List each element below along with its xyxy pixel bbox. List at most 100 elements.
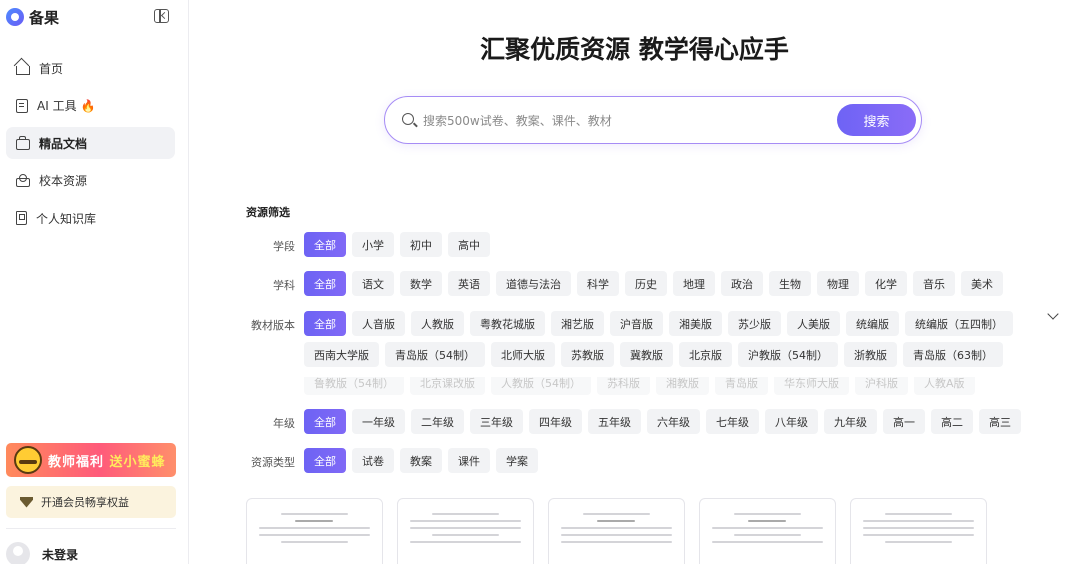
filter-chip[interactable]: 五年级: [588, 409, 641, 434]
document-card[interactable]: [246, 498, 383, 564]
filter-chip[interactable]: 苏科版: [597, 377, 650, 395]
filter-chip[interactable]: 全部: [304, 311, 346, 336]
filter-chip[interactable]: 学案: [496, 448, 538, 473]
filter-chip[interactable]: 八年级: [765, 409, 818, 434]
vip-button[interactable]: 开通会员畅享权益: [6, 486, 176, 518]
filter-chip[interactable]: 六年级: [647, 409, 700, 434]
filter-chip[interactable]: 美术: [961, 271, 1003, 296]
filter-chip[interactable]: 青岛版: [715, 377, 768, 395]
filter-chip[interactable]: 统编版: [846, 311, 899, 336]
search-button[interactable]: 搜索: [837, 104, 916, 136]
user-name: 未登录: [42, 547, 79, 562]
filter-chip[interactable]: 高一: [883, 409, 925, 434]
document-card[interactable]: [699, 498, 836, 564]
filter-chip[interactable]: 政治: [721, 271, 763, 296]
filter-chip[interactable]: 人教版（54制）: [491, 377, 591, 395]
filter-chip[interactable]: 高三: [979, 409, 1021, 434]
filter-section-title: 资源筛选: [246, 206, 290, 219]
filter-chip[interactable]: 高二: [931, 409, 973, 434]
filter-chip[interactable]: 历史: [625, 271, 667, 296]
promo-text: 教师福利 送小蜜蜂: [48, 455, 166, 470]
filter-chip[interactable]: 化学: [865, 271, 907, 296]
document-icon: [16, 98, 28, 113]
filter-chip[interactable]: 音乐: [913, 271, 955, 296]
brand-logo-icon: [6, 8, 24, 26]
filter-chip[interactable]: 语文: [352, 271, 394, 296]
filter-chip[interactable]: 沪教版（54制）: [738, 342, 838, 367]
sidebar-item-label: 精品文档: [39, 136, 88, 151]
filter-chip[interactable]: 西南大学版: [304, 342, 379, 367]
filter-chip[interactable]: 湘教版: [656, 377, 709, 395]
filter-chip[interactable]: 苏教版: [561, 342, 614, 367]
filter-chip[interactable]: 数学: [400, 271, 442, 296]
filter-chip[interactable]: 英语: [448, 271, 490, 296]
filter-chip[interactable]: 北京版: [679, 342, 732, 367]
filter-chip[interactable]: 北京课改版: [410, 377, 485, 395]
sidebar-item-label: AI 工具: [37, 99, 77, 113]
filter-chip[interactable]: 北师大版: [491, 342, 555, 367]
filter-chip[interactable]: 试卷: [352, 448, 394, 473]
filter-chip[interactable]: 鲁教版（54制）: [304, 377, 404, 395]
filter-chip[interactable]: 九年级: [824, 409, 877, 434]
filter-chip[interactable]: 人音版: [352, 311, 405, 336]
filter-chip[interactable]: 二年级: [411, 409, 464, 434]
app-window: 备果 首页 AI 工具 🔥 精品文档 校本资源 个人知识库 教师福利 送小蜜蜂 …: [0, 0, 1080, 564]
sidebar-item-school-resources[interactable]: 校本资源: [6, 165, 175, 197]
filter-chip[interactable]: 青岛版（63制）: [903, 342, 1003, 367]
filter-chip[interactable]: 教案: [400, 448, 442, 473]
sidebar-item-ai-tools[interactable]: AI 工具 🔥: [6, 90, 175, 122]
filter-chip[interactable]: 初中: [400, 232, 442, 257]
divider: [6, 528, 176, 529]
filter-chip[interactable]: 四年级: [529, 409, 582, 434]
user-login[interactable]: 未登录: [6, 542, 78, 564]
filter-chip[interactable]: 全部: [304, 271, 346, 296]
filter-chip[interactable]: 课件: [448, 448, 490, 473]
main-content: 汇聚优质资源 教学得心应手 搜索 资源筛选 学段 全部小学初中高中 学科 全部语…: [189, 0, 1080, 564]
page-title: 汇聚优质资源 教学得心应手: [480, 35, 789, 64]
sidebar-item-premium-docs[interactable]: 精品文档: [6, 127, 175, 159]
document-card[interactable]: [548, 498, 685, 564]
filter-chip[interactable]: 华东师大版: [774, 377, 849, 395]
search-bar: 搜索: [384, 96, 922, 144]
brand[interactable]: 备果: [6, 7, 59, 27]
filter-chip[interactable]: 沪科版: [855, 377, 908, 395]
filter-chip[interactable]: 物理: [817, 271, 859, 296]
filter-chip[interactable]: 小学: [352, 232, 394, 257]
sidebar-item-label: 校本资源: [39, 174, 88, 188]
filter-chip[interactable]: 全部: [304, 409, 346, 434]
filter-chip[interactable]: 苏少版: [728, 311, 781, 336]
sidebar-item-knowledge-base[interactable]: 个人知识库: [6, 202, 175, 234]
search-input[interactable]: [423, 110, 823, 132]
document-card[interactable]: [850, 498, 987, 564]
filter-chip[interactable]: 粤教花城版: [470, 311, 545, 336]
filter-chip[interactable]: 冀教版: [620, 342, 673, 367]
filter-chip[interactable]: 湘艺版: [551, 311, 604, 336]
filter-chip[interactable]: 高中: [448, 232, 490, 257]
bee-icon: [14, 446, 42, 474]
sidebar-item-home[interactable]: 首页: [6, 52, 175, 84]
filter-chip[interactable]: 七年级: [706, 409, 759, 434]
document-card[interactable]: [397, 498, 534, 564]
filter-chip[interactable]: 浙教版: [844, 342, 897, 367]
filter-chip[interactable]: 道德与法治: [496, 271, 571, 296]
filter-chip[interactable]: 人教版: [411, 311, 464, 336]
filter-chip[interactable]: 生物: [769, 271, 811, 296]
filter-chip[interactable]: 湘美版: [669, 311, 722, 336]
collapse-sidebar-icon[interactable]: [154, 9, 169, 23]
filter-chip[interactable]: 三年级: [470, 409, 523, 434]
filter-chip[interactable]: 统编版（五四制）: [905, 311, 1013, 336]
search-icon: [402, 113, 414, 125]
filter-options-more: 鲁教版（54制） 北京课改版 人教版（54制） 苏科版 湘教版 青岛版 华东师大版 沪科版 人教…: [304, 377, 1034, 397]
filter-chip[interactable]: 沪音版: [610, 311, 663, 336]
filter-chip[interactable]: 科学: [577, 271, 619, 296]
filter-chip[interactable]: 人教A版: [914, 377, 975, 395]
filter-chip[interactable]: 人美版: [787, 311, 840, 336]
sidebar-item-label: 个人知识库: [36, 211, 97, 226]
teacher-promo-banner[interactable]: 教师福利 送小蜜蜂: [6, 443, 176, 477]
filter-chip[interactable]: 全部: [304, 448, 346, 473]
filter-chip[interactable]: 地理: [673, 271, 715, 296]
filter-chip[interactable]: 一年级: [352, 409, 405, 434]
chevron-down-icon[interactable]: [1047, 308, 1059, 320]
filter-chip[interactable]: 全部: [304, 232, 346, 257]
filter-chip[interactable]: 青岛版（54制）: [385, 342, 485, 367]
